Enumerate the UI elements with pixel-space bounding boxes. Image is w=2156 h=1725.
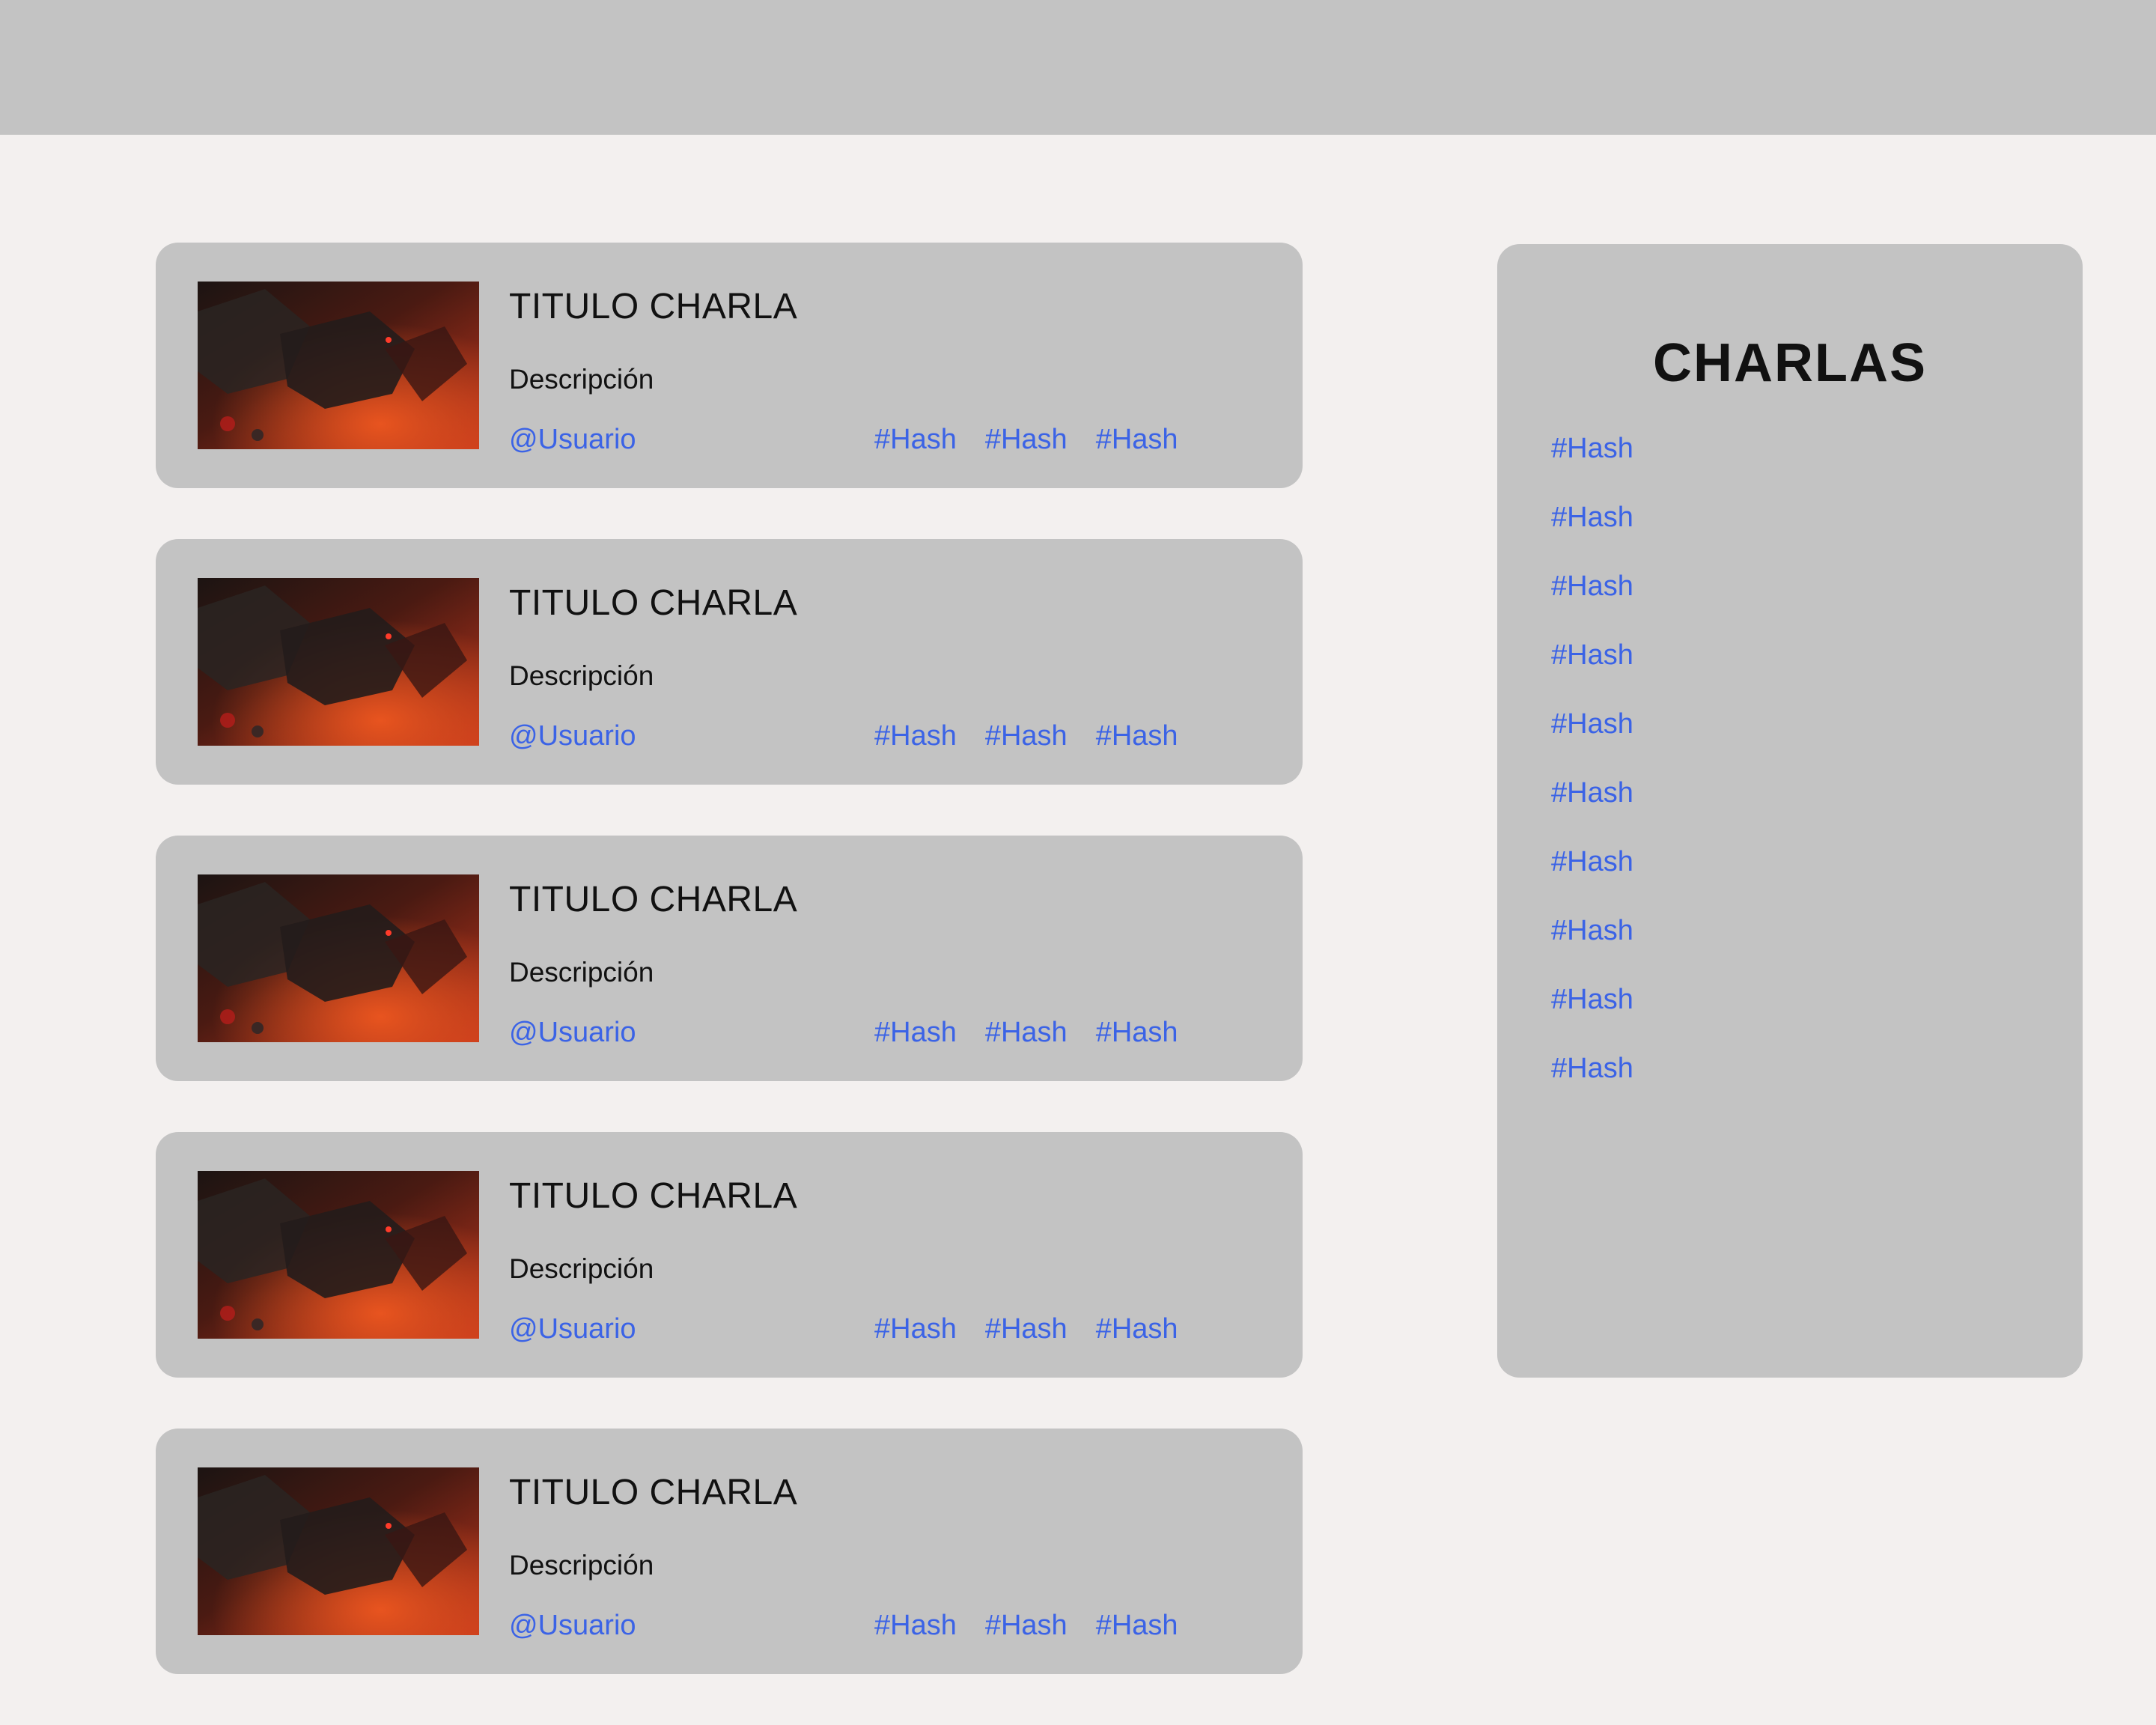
sidebar-hashtag-link[interactable]: #Hash [1551, 982, 1633, 1051]
sidebar-hashtag-link[interactable]: #Hash [1551, 913, 1633, 982]
hashtag-link[interactable]: #Hash [985, 720, 1068, 752]
hashtag-link[interactable]: #Hash [1096, 1610, 1178, 1642]
hashtag-link[interactable]: #Hash [1096, 1017, 1178, 1049]
sidebar-title: CHARLAS [1653, 333, 1927, 393]
talk-description: Descripción [509, 660, 654, 691]
talk-title[interactable]: TITULO CHARLA [509, 286, 797, 327]
hashtag-link[interactable]: #Hash [1096, 720, 1178, 752]
talk-description: Descripción [509, 1550, 654, 1581]
hashtag-link[interactable]: #Hash [874, 720, 957, 752]
talk-thumbnail-image[interactable] [198, 1467, 479, 1635]
hashtag-link[interactable]: #Hash [1096, 424, 1178, 456]
talk-card[interactable]: TITULO CHARLA Descripción @Usuario #Hash… [156, 1429, 1303, 1674]
talk-user-link[interactable]: @Usuario [509, 1610, 636, 1642]
hashtag-link[interactable]: #Hash [874, 1017, 957, 1049]
hashtag-link[interactable]: #Hash [874, 424, 957, 456]
talk-user-link[interactable]: @Usuario [509, 1017, 636, 1049]
talk-thumbnail-image[interactable] [198, 874, 479, 1042]
talk-thumbnail-image[interactable] [198, 578, 479, 746]
talk-thumbnail-image[interactable] [198, 1171, 479, 1339]
talk-card[interactable]: TITULO CHARLA Descripción @Usuario #Hash… [156, 836, 1303, 1081]
talk-user-link[interactable]: @Usuario [509, 1313, 636, 1345]
sidebar-hashtag-link[interactable]: #Hash [1551, 776, 1633, 845]
talk-card[interactable]: TITULO CHARLA Descripción @Usuario #Hash… [156, 243, 1303, 488]
sidebar-hashtag-link[interactable]: #Hash [1551, 845, 1633, 913]
hashtag-link[interactable]: #Hash [985, 424, 1068, 456]
sidebar-hashtag-link[interactable]: #Hash [1551, 500, 1633, 569]
talk-thumbnail-image[interactable] [198, 282, 479, 449]
talk-user-link[interactable]: @Usuario [509, 424, 636, 456]
talk-user-link[interactable]: @Usuario [509, 720, 636, 752]
talk-title[interactable]: TITULO CHARLA [509, 879, 797, 920]
talk-tag-list: #Hash #Hash #Hash [874, 720, 1178, 752]
talk-feed: TITULO CHARLA Descripción @Usuario #Hash… [156, 243, 1303, 1725]
talk-card[interactable]: TITULO CHARLA Descripción @Usuario #Hash… [156, 539, 1303, 785]
top-header-bar [0, 0, 2156, 135]
talk-title[interactable]: TITULO CHARLA [509, 582, 797, 624]
hashtag-link[interactable]: #Hash [985, 1017, 1068, 1049]
hashtag-link[interactable]: #Hash [985, 1610, 1068, 1642]
talk-description: Descripción [509, 1253, 654, 1284]
talk-title[interactable]: TITULO CHARLA [509, 1175, 797, 1217]
hashtag-link[interactable]: #Hash [874, 1610, 957, 1642]
talk-tag-list: #Hash #Hash #Hash [874, 1610, 1178, 1642]
sidebar-hashtag-link[interactable]: #Hash [1551, 638, 1633, 707]
talk-title[interactable]: TITULO CHARLA [509, 1472, 797, 1513]
hashtag-sidebar: CHARLAS #Hash #Hash #Hash #Hash #Hash #H… [1497, 244, 2083, 1378]
sidebar-hashtag-link[interactable]: #Hash [1551, 707, 1633, 776]
hashtag-link[interactable]: #Hash [985, 1313, 1068, 1345]
hashtag-link[interactable]: #Hash [1096, 1313, 1178, 1345]
sidebar-hashtag-list: #Hash #Hash #Hash #Hash #Hash #Hash #Has… [1551, 431, 1633, 1120]
sidebar-hashtag-link[interactable]: #Hash [1551, 1051, 1633, 1120]
talk-tag-list: #Hash #Hash #Hash [874, 1313, 1178, 1345]
hashtag-link[interactable]: #Hash [874, 1313, 957, 1345]
talk-tag-list: #Hash #Hash #Hash [874, 424, 1178, 456]
talk-description: Descripción [509, 364, 654, 395]
talk-card[interactable]: TITULO CHARLA Descripción @Usuario #Hash… [156, 1132, 1303, 1378]
talk-tag-list: #Hash #Hash #Hash [874, 1017, 1178, 1049]
sidebar-hashtag-link[interactable]: #Hash [1551, 431, 1633, 500]
talk-description: Descripción [509, 957, 654, 988]
sidebar-hashtag-link[interactable]: #Hash [1551, 569, 1633, 638]
